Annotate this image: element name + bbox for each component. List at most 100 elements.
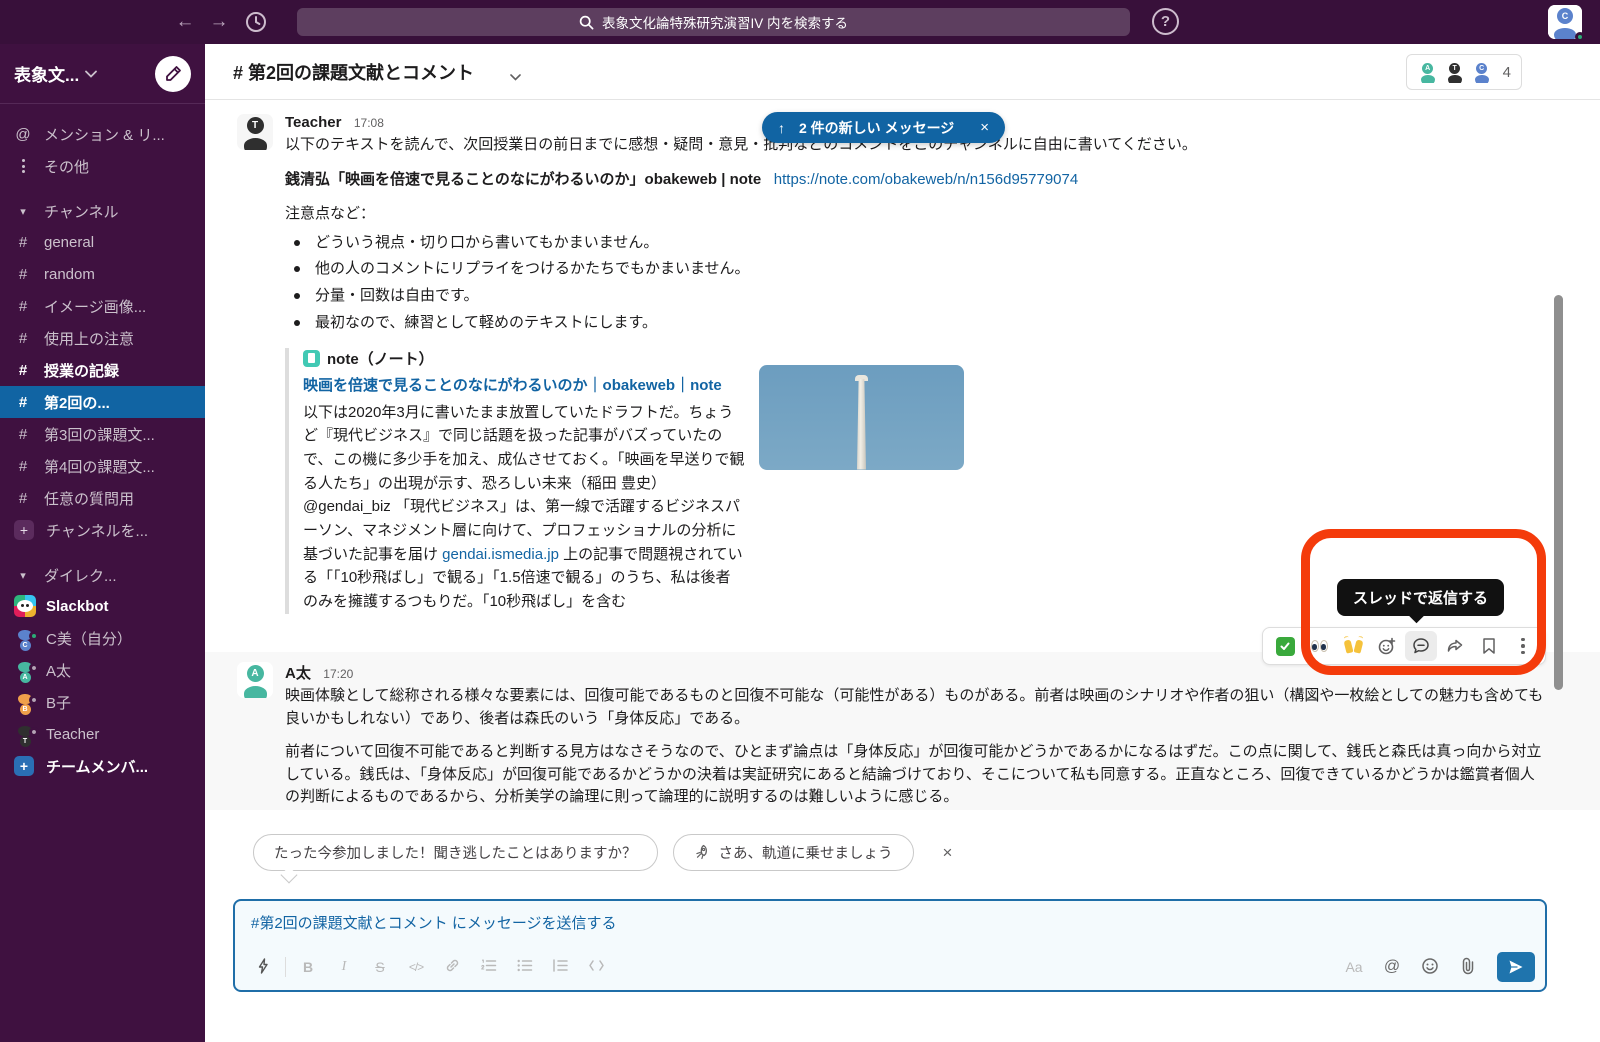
hash-icon: # — [14, 330, 32, 347]
save-message-button[interactable] — [1473, 631, 1505, 661]
channel-label: 任意の質問用 — [44, 488, 134, 509]
banner-text: 2 件の新しい メッセージ — [799, 118, 954, 138]
channel-label: 第3回の課題文... — [44, 424, 155, 445]
citation-link[interactable]: https://note.com/obakeweb/n/n156d9577907… — [774, 171, 1078, 188]
bookmark-icon — [1481, 637, 1497, 655]
channel-members-button[interactable]: A T C 4 — [1406, 54, 1522, 90]
message-actions-toolbar — [1262, 627, 1546, 665]
sidebar-item-dm-ata[interactable]: A A太 — [0, 654, 205, 686]
close-icon[interactable]: × — [980, 119, 989, 136]
attach-icon[interactable] — [1451, 957, 1485, 978]
sidebar-item-session2-selected[interactable]: #第2回の... — [0, 386, 205, 418]
message-text: 映画体験として総称される様々な要素には、回復可能であるものと回復不可能な（可能性… — [285, 685, 1544, 730]
share-message-button[interactable] — [1439, 631, 1471, 661]
code-icon[interactable]: </> — [398, 960, 434, 974]
citation-line: 銭清弘「映画を倍速で見ることのなにがわるいのか」obakeweb | note … — [285, 169, 1544, 192]
strikethrough-icon[interactable]: S — [362, 959, 398, 975]
add-reaction-button[interactable] — [1371, 631, 1403, 661]
bold-icon[interactable]: B — [290, 959, 326, 975]
note-service-icon — [303, 350, 320, 367]
author-name[interactable]: Teacher — [285, 114, 341, 131]
back-arrow-icon[interactable]: ← — [168, 11, 202, 33]
share-icon — [1445, 636, 1465, 656]
search-input[interactable]: 表象文化論特殊研究演習IV 内を検索する — [297, 8, 1130, 36]
avatar[interactable]: T — [237, 114, 273, 150]
user-avatar[interactable]: C — [1548, 5, 1582, 39]
history-icon[interactable] — [244, 10, 268, 34]
workspace-name[interactable]: 表象文... — [14, 61, 79, 86]
check-emoji-reaction-button[interactable] — [1269, 631, 1301, 661]
forward-arrow-icon[interactable]: → — [202, 11, 236, 33]
reply-in-thread-button[interactable] — [1405, 631, 1437, 661]
timestamp[interactable]: 17:20 — [323, 667, 353, 681]
eyes-emoji-reaction-button[interactable] — [1303, 631, 1335, 661]
sidebar-item-slackbot[interactable]: Slackbot — [0, 590, 205, 622]
tooltip-text: スレッドで返信する — [1353, 587, 1488, 608]
hash-icon: # — [14, 426, 32, 443]
channel-label: general — [44, 234, 94, 251]
sidebar-item-general[interactable]: #general — [0, 226, 205, 258]
sidebar-item-add-member[interactable]: + チームメンバ... — [0, 750, 205, 782]
mention-button-icon[interactable]: @ — [1375, 958, 1409, 976]
card-inline-link[interactable]: gendai.ismedia.jp — [442, 546, 559, 563]
new-message-button[interactable] — [155, 56, 191, 92]
link-preview-image[interactable] — [759, 365, 964, 470]
sidebar-item-dm-bko[interactable]: B B子 — [0, 686, 205, 718]
raised-hands-emoji-icon — [1345, 640, 1362, 653]
author-name[interactable]: A太 — [285, 665, 311, 682]
sidebar-item-dm-teacher[interactable]: T Teacher — [0, 718, 205, 750]
timestamp[interactable]: 17:08 — [354, 116, 384, 130]
sidebar-item-questions[interactable]: #任意の質問用 — [0, 482, 205, 514]
suggestion-pill-2[interactable]: さあ、軌道に乗せましょう — [673, 834, 914, 871]
close-icon[interactable]: × — [943, 843, 953, 863]
presence-indicator — [29, 695, 39, 705]
bullet-list-icon[interactable] — [506, 958, 542, 976]
send-button[interactable] — [1497, 952, 1535, 982]
notes-heading: 注意点など： — [285, 203, 1544, 226]
suggestion-pill-1[interactable]: たった今参加しました！聞き逃したことはありますか？ — [253, 834, 658, 871]
eyes-emoji-icon — [1311, 640, 1328, 652]
chevron-down-icon[interactable] — [85, 70, 97, 78]
ordered-list-icon[interactable] — [470, 958, 506, 976]
sidebar-item-class-records[interactable]: #授業の記録 — [0, 354, 205, 386]
link-preview-card: note（ノート） 映画を倍速で見ることのなにがわるいのか｜obakeweb｜n… — [285, 348, 1544, 614]
card-title-link[interactable]: 映画を倍速で見ることのなにがわるいのか｜obakeweb｜note — [303, 374, 745, 398]
hash-icon: # — [14, 394, 32, 411]
sidebar-item-more[interactable]: その他 — [0, 150, 205, 182]
format-toggle-icon[interactable]: Aa — [1337, 959, 1371, 975]
list-item: 他の人のコメントにリプライをつけるかたちでもかまいません。 — [285, 258, 1544, 280]
link-icon[interactable] — [434, 957, 470, 977]
sidebar-item-add-channel[interactable]: + チャンネルを... — [0, 514, 205, 546]
italic-icon[interactable]: I — [326, 959, 362, 975]
slackbot-avatar — [14, 595, 36, 617]
more-actions-button[interactable] — [1507, 631, 1539, 661]
new-messages-banner[interactable]: ↑ 2 件の新しい メッセージ × — [762, 112, 1005, 143]
message-ata: A A太 17:20 映画体験として総称される様々な要素には、回復可能であるもの… — [205, 652, 1600, 810]
raised-hands-reaction-button[interactable] — [1337, 631, 1369, 661]
sidebar-item-dm-cmi[interactable]: C C美（自分） — [0, 622, 205, 654]
main-panel: # 第2回の課題文献とコメント A T C 4 ↑ 2 件の新しい メッセージ … — [205, 44, 1600, 1042]
sidebar-item-usage-notes[interactable]: #使用上の注意 — [0, 322, 205, 354]
presence-indicator — [29, 663, 39, 673]
blockquote-icon[interactable] — [542, 958, 578, 976]
dm-label: Slackbot — [46, 598, 109, 615]
dm-section-header[interactable]: ▾ ダイレク... — [0, 560, 205, 590]
sidebar-item-session4[interactable]: #第4回の課題文... — [0, 450, 205, 482]
lightning-icon[interactable] — [245, 958, 281, 977]
help-icon[interactable]: ? — [1152, 8, 1179, 35]
message-input[interactable] — [235, 901, 1545, 932]
scrollbar-thumb[interactable] — [1554, 295, 1563, 690]
hash-icon: # — [14, 362, 32, 379]
sidebar-item-random[interactable]: #random — [0, 258, 205, 290]
hash-icon: # — [14, 458, 32, 475]
send-icon — [1508, 959, 1524, 975]
sidebar-item-image[interactable]: #イメージ画像... — [0, 290, 205, 322]
provider-name: note（ノート） — [327, 348, 434, 369]
channel-title[interactable]: # 第2回の課題文献とコメント — [233, 59, 474, 85]
emoji-icon[interactable] — [1413, 957, 1447, 978]
sidebar-item-session3[interactable]: # 第3回の課題文... — [0, 418, 205, 450]
sidebar-item-mentions[interactable]: @ メンション & リ... — [0, 118, 205, 150]
avatar[interactable]: A — [237, 662, 273, 698]
code-block-icon[interactable] — [578, 958, 614, 976]
channels-section-header[interactable]: ▾ チャンネル — [0, 196, 205, 226]
